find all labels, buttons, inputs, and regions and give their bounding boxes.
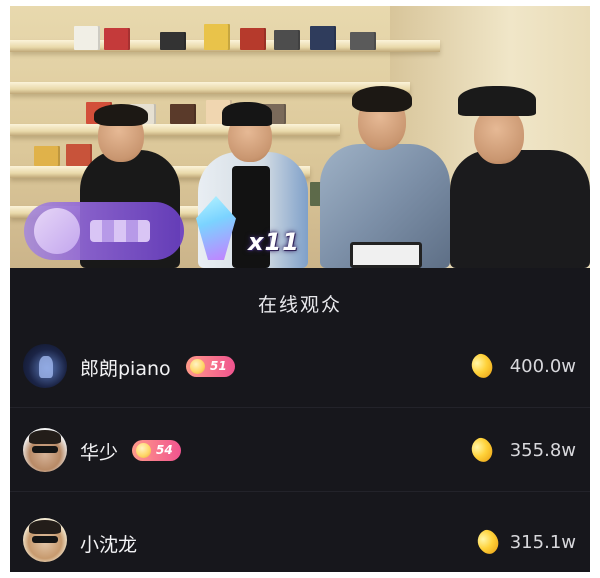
contribution-value: 400.0w [509,356,576,377]
book [204,24,230,50]
book [170,104,196,124]
book [66,144,92,166]
viewer-name: 小沈龙 [80,534,138,556]
man-sunglasses-avatar[interactable] [23,518,67,562]
book [274,30,300,50]
contribution-value: 355.8w [509,440,576,461]
gift-sender-avatar [34,208,80,254]
book [240,28,266,50]
viewer-row[interactable]: 郎朗piano 51 400.0w [10,324,590,408]
contribution-value: 315.1w [509,532,576,553]
viewer-row[interactable]: 小沈龙 315.1w [10,492,590,572]
bean-icon [467,434,497,466]
starry-stage-avatar[interactable] [23,344,67,388]
book [34,146,60,166]
viewer-name: 华少 [80,442,119,464]
level-number: 51 [210,359,227,373]
man-glasses-avatar[interactable] [23,428,67,472]
panel-title: 在线观众 [257,294,342,316]
live-stream-screen: x11 在线观众 郎朗piano 51 400.0w 华少 54 355.8w … [10,6,590,572]
book [160,32,186,50]
level-badge: 51 [186,356,235,377]
shelf [10,82,410,94]
gift-sender-name-blurred [90,220,150,242]
gift-combo-count: x11 [248,228,300,256]
coin-icon [190,359,205,374]
level-number: 54 [156,443,173,457]
tablet [350,242,422,268]
live-video[interactable]: x11 [10,6,590,268]
book [74,26,100,50]
viewer-name: 郎朗piano [80,358,171,380]
level-badge: 54 [132,440,181,461]
bean-icon [473,526,503,558]
bean-icon [467,350,497,382]
viewer-row[interactable]: 华少 54 355.8w [10,408,590,492]
online-audience-panel: 在线观众 郎朗piano 51 400.0w 华少 54 355.8w 小沈龙 … [10,268,590,572]
coin-icon [136,443,151,458]
book [104,28,130,50]
book [310,26,336,50]
shelf [10,124,340,136]
book [350,32,376,50]
